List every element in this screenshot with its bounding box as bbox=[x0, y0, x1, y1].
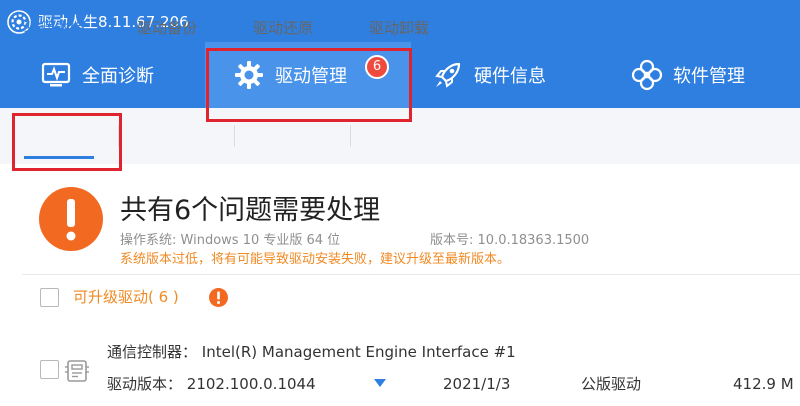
rocket-icon bbox=[435, 62, 461, 88]
driver-version-label: 驱动版本： bbox=[107, 375, 183, 393]
driver-type: 公版驱动 bbox=[581, 375, 642, 393]
driver-item-checkbox[interactable] bbox=[40, 360, 59, 379]
os-info: 操作系统: Windows 10 专业版 64 位 bbox=[120, 232, 340, 250]
tab-software-management[interactable]: 软件管理 bbox=[631, 42, 745, 108]
driver-item-title: 通信控制器： Intel(R) Management Engine Interf… bbox=[107, 341, 516, 363]
driver-version-value: 2102.100.0.1044 bbox=[186, 375, 316, 393]
driver-size: 412.9 M bbox=[733, 375, 794, 393]
device-category-label: 通信控制器： bbox=[107, 343, 198, 361]
tab-diagnose-label: 全面诊断 bbox=[82, 66, 154, 87]
os-label: 操作系统: bbox=[120, 233, 177, 248]
subtab-divider bbox=[234, 125, 235, 147]
os-value: Windows 10 专业版 64 位 bbox=[180, 233, 341, 248]
monitor-pulse-icon bbox=[41, 62, 71, 87]
os-warning-text: 系统版本过低，将有可能导致驱动安装失败，建议升级至最新版本。 bbox=[120, 252, 511, 267]
tab-software-management-label: 软件管理 bbox=[673, 66, 745, 87]
subtab-driver-uninstall[interactable]: 驱动卸载 bbox=[369, 18, 429, 38]
driver-date: 2021/1/3 bbox=[443, 375, 511, 393]
clover-icon bbox=[631, 59, 663, 91]
subtab-driver-restore[interactable]: 驱动还原 bbox=[253, 18, 313, 38]
subtab-driver-check[interactable]: 驱动体检 bbox=[24, 18, 84, 38]
tab-hardware-info-label: 硬件信息 bbox=[474, 66, 546, 87]
upgradable-drivers-label: 可升级驱动( 6 ) bbox=[73, 288, 179, 306]
os-version-info: 版本号: 10.0.18363.1500 bbox=[430, 232, 589, 250]
subtab-divider bbox=[350, 125, 351, 147]
exclamation-circle-icon bbox=[39, 187, 103, 251]
driver-version-row: 驱动版本： 2102.100.0.1044 bbox=[107, 373, 316, 395]
version-value: 10.0.18363.1500 bbox=[477, 233, 590, 248]
highlight-box-driver-check bbox=[12, 113, 122, 171]
highlight-box-driver-tab bbox=[206, 48, 412, 122]
tab-diagnose[interactable]: 全面诊断 bbox=[40, 42, 154, 108]
chip-device-icon bbox=[65, 360, 89, 382]
subtab-driver-backup[interactable]: 驱动备份 bbox=[137, 18, 197, 38]
select-all-upgradable-checkbox[interactable] bbox=[40, 288, 59, 307]
exclamation-circle-icon bbox=[209, 288, 228, 307]
section-divider bbox=[22, 274, 800, 275]
issue-summary-title: 共有6个问题需要处理 bbox=[120, 195, 381, 226]
version-dropdown-icon[interactable] bbox=[374, 379, 386, 387]
tab-hardware-info[interactable]: 硬件信息 bbox=[432, 42, 546, 108]
device-name: Intel(R) Management Engine Interface #1 bbox=[201, 343, 516, 361]
version-label: 版本号: bbox=[430, 233, 474, 248]
